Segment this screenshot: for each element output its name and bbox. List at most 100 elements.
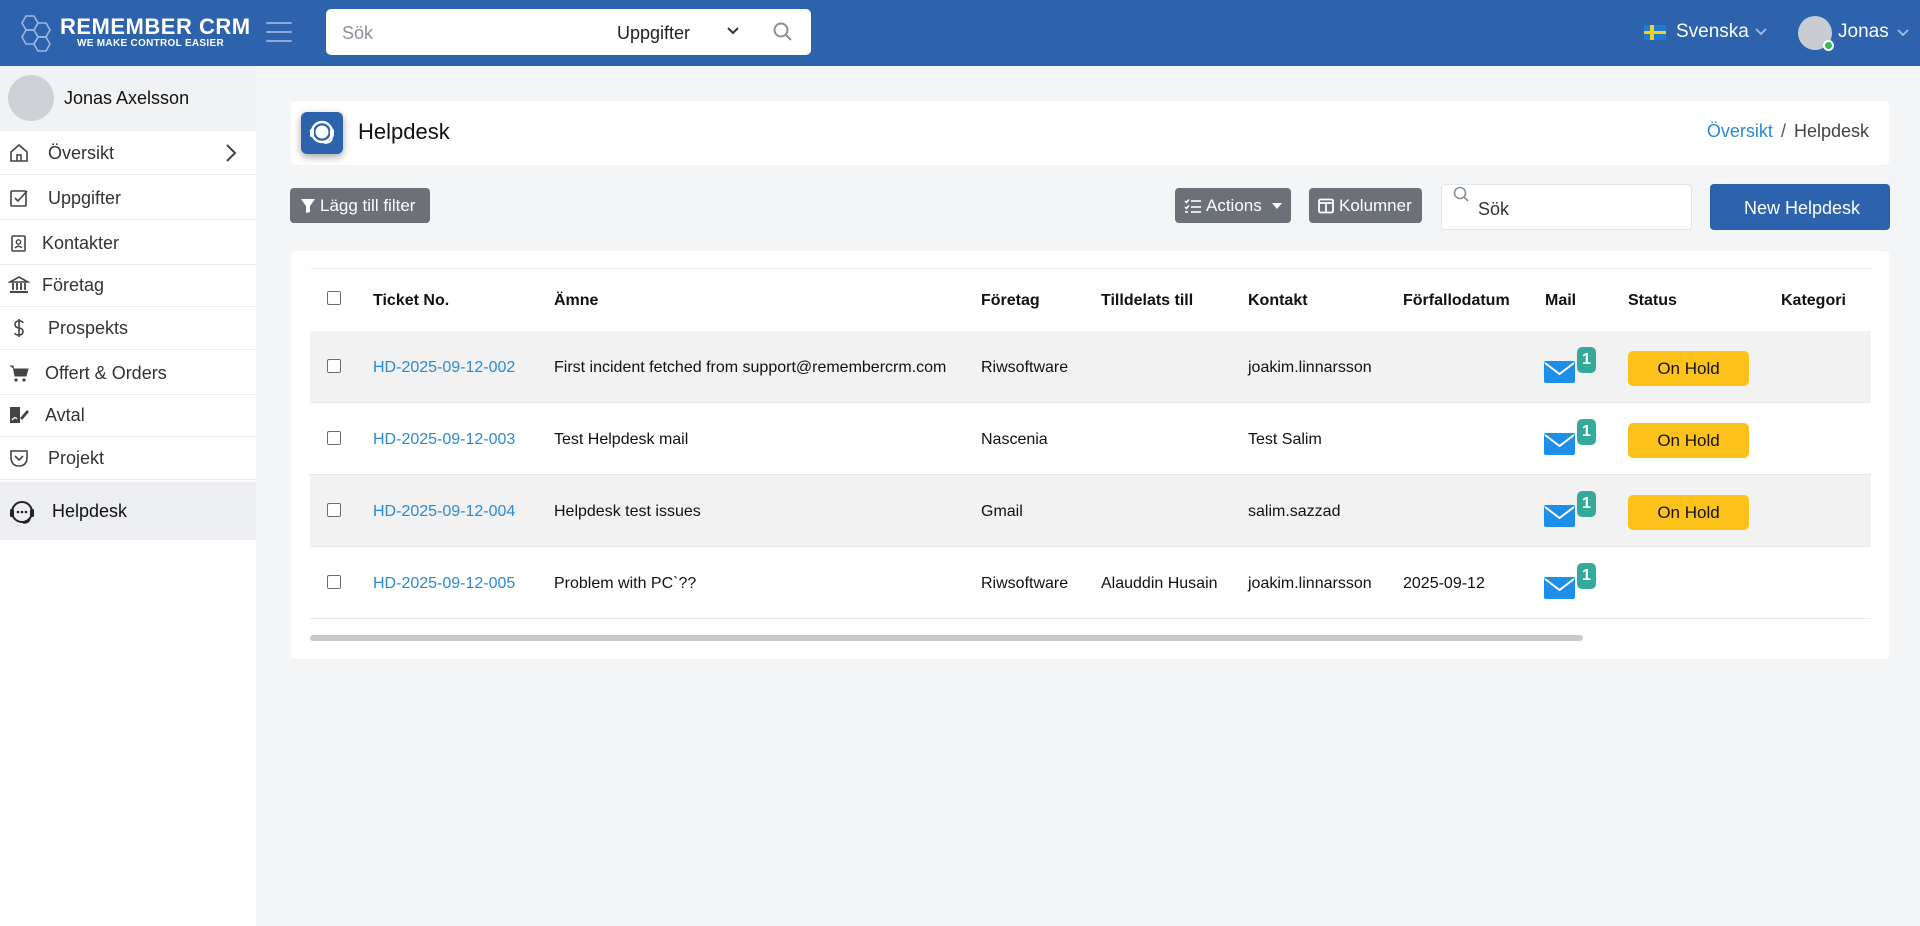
table-row[interactable]: HD-2025-09-12-004 Helpdesk test issues G… (310, 475, 1871, 547)
column-header-status[interactable]: Status (1628, 292, 1677, 310)
search-icon[interactable] (772, 21, 794, 43)
mail-button[interactable]: 1 (1544, 563, 1598, 603)
column-header-ticket[interactable]: Ticket No. (373, 292, 449, 310)
list-search-field[interactable]: Sök (1441, 184, 1692, 230)
horizontal-scrollbar[interactable] (310, 635, 1583, 641)
select-all-checkbox[interactable] (327, 291, 341, 305)
envelope-icon (1544, 361, 1575, 383)
company-cell: Nascenia (981, 431, 1048, 448)
status-badge[interactable]: On Hold (1628, 495, 1749, 530)
avatar (8, 75, 54, 121)
mail-button[interactable]: 1 (1544, 419, 1598, 459)
bank-icon (8, 276, 30, 293)
sidebar-item-label: Projekt (48, 448, 105, 468)
sidebar-item-label: Översikt (48, 143, 115, 163)
sidebar-item-kontakter[interactable]: Kontakter (0, 221, 256, 265)
chevron-down-icon[interactable] (723, 21, 743, 41)
ticket-link[interactable]: HD-2025-09-12-004 (373, 503, 515, 521)
row-checkbox[interactable] (327, 431, 341, 445)
contact-cell: salim.sazzad (1248, 503, 1341, 520)
search-scope-select[interactable]: Uppgifter (617, 23, 690, 44)
sidebar-item-avtal[interactable]: Avtal (0, 393, 256, 437)
sidebar-user-panel[interactable]: Jonas Axelsson (0, 66, 256, 131)
sidebar-item-oversikt[interactable]: Översikt (0, 131, 256, 175)
add-filter-button[interactable]: Lägg till filter (290, 188, 430, 223)
language-label: Svenska (1676, 21, 1749, 42)
menu-toggle-icon[interactable] (266, 22, 292, 44)
table-row[interactable]: HD-2025-09-12-005 Problem with PC`?? Riw… (310, 547, 1871, 619)
sidebar: Jonas Axelsson Översikt Uppgifter Kontak… (0, 66, 256, 926)
envelope-icon (1544, 433, 1575, 455)
row-checkbox[interactable] (327, 359, 341, 373)
new-helpdesk-label: New Helpdesk (1744, 198, 1861, 218)
columns-icon (1318, 198, 1334, 214)
status-badge[interactable]: On Hold (1628, 351, 1749, 386)
pocket-icon (10, 450, 28, 467)
row-checkbox[interactable] (327, 575, 341, 589)
caret-down-icon (1272, 203, 1282, 209)
ticket-link[interactable]: HD-2025-09-12-005 (373, 575, 515, 593)
table-row[interactable]: HD-2025-09-12-003 Test Helpdesk mail Nas… (310, 403, 1871, 475)
sidebar-item-label: Kontakter (42, 233, 120, 253)
breadcrumb: Översikt / Helpdesk (1707, 121, 1869, 142)
mail-count-badge: 1 (1577, 419, 1596, 445)
column-header-mail[interactable]: Mail (1545, 292, 1576, 310)
list-check-icon (1184, 199, 1201, 213)
sidebar-item-uppgifter[interactable]: Uppgifter (0, 176, 256, 220)
contact-cell: Test Salim (1248, 431, 1322, 448)
cart-icon (10, 365, 29, 382)
ticket-link[interactable]: HD-2025-09-12-002 (373, 359, 515, 377)
actions-dropdown-button[interactable]: Actions (1175, 188, 1291, 223)
row-checkbox[interactable] (327, 503, 341, 517)
helpdesk-table: Ticket No. Ämne Företag Tilldelats till … (310, 268, 1871, 619)
brand-name: REMEMBER CRM (60, 14, 251, 39)
column-header-company[interactable]: Företag (981, 292, 1040, 310)
columns-label: Kolumner (1339, 196, 1412, 215)
page-title: Helpdesk (358, 119, 450, 144)
contact-cell: joakim.linnarsson (1248, 359, 1372, 376)
company-cell: Gmail (981, 503, 1023, 520)
app-logo[interactable]: REMEMBER CRM WE MAKE CONTROL EASIER (14, 12, 250, 54)
breadcrumb-current: Helpdesk (1793, 121, 1869, 141)
sidebar-item-offert-orders[interactable]: Offert & Orders (0, 351, 256, 395)
subject-cell: Helpdesk test issues (554, 503, 701, 520)
page-header: Helpdesk Översikt / Helpdesk (291, 101, 1889, 165)
mail-count-badge: 1 (1577, 491, 1596, 517)
sidebar-item-foretag[interactable]: Företag (0, 263, 256, 307)
hexagon-logo-icon (21, 15, 51, 52)
add-filter-label: Lägg till filter (320, 196, 416, 215)
column-header-due-date[interactable]: Förfallodatum (1403, 292, 1510, 310)
assigned-cell: Alauddin Husain (1101, 575, 1218, 592)
list-search-input[interactable]: Sök (1478, 199, 1509, 220)
global-search-input[interactable]: Sök (342, 23, 373, 44)
column-header-subject[interactable]: Ämne (554, 292, 598, 310)
breadcrumb-link-oversikt[interactable]: Översikt (1707, 121, 1773, 141)
table-row[interactable]: HD-2025-09-12-002 First incident fetched… (310, 331, 1871, 403)
helpdesk-icon (301, 112, 343, 154)
sidebar-item-label: Företag (42, 275, 105, 295)
sidebar-item-projekt[interactable]: Projekt (0, 436, 256, 480)
user-menu[interactable]: Jonas (1798, 14, 1914, 52)
column-header-category[interactable]: Kategori (1781, 292, 1846, 310)
ticket-link[interactable]: HD-2025-09-12-003 (373, 431, 515, 449)
column-header-contact[interactable]: Kontakt (1248, 292, 1308, 310)
mail-button[interactable]: 1 (1544, 491, 1598, 531)
subject-cell: Test Helpdesk mail (554, 431, 689, 448)
headset-icon (10, 501, 34, 524)
sidebar-item-prospekts[interactable]: Prospekts (0, 306, 256, 350)
new-helpdesk-button[interactable]: New Helpdesk (1710, 184, 1890, 230)
subject-cell: First incident fetched from support@reme… (554, 359, 947, 376)
sidebar-item-helpdesk[interactable]: Helpdesk (0, 482, 256, 540)
status-badge[interactable]: On Hold (1628, 423, 1749, 458)
global-search[interactable]: Sök Uppgifter (326, 9, 811, 55)
sidebar-item-label: Helpdesk (52, 501, 128, 521)
table-header-row: Ticket No. Ämne Företag Tilldelats till … (310, 269, 1871, 331)
columns-button[interactable]: Kolumner (1309, 188, 1422, 223)
sidebar-item-label: Avtal (45, 405, 85, 425)
breadcrumb-separator: / (1780, 121, 1786, 141)
search-icon (1453, 186, 1469, 202)
sidebar-item-label: Offert & Orders (45, 363, 167, 383)
chevron-down-icon (1897, 29, 1909, 37)
column-header-assigned[interactable]: Tilldelats till (1101, 292, 1193, 310)
mail-button[interactable]: 1 (1544, 347, 1598, 387)
